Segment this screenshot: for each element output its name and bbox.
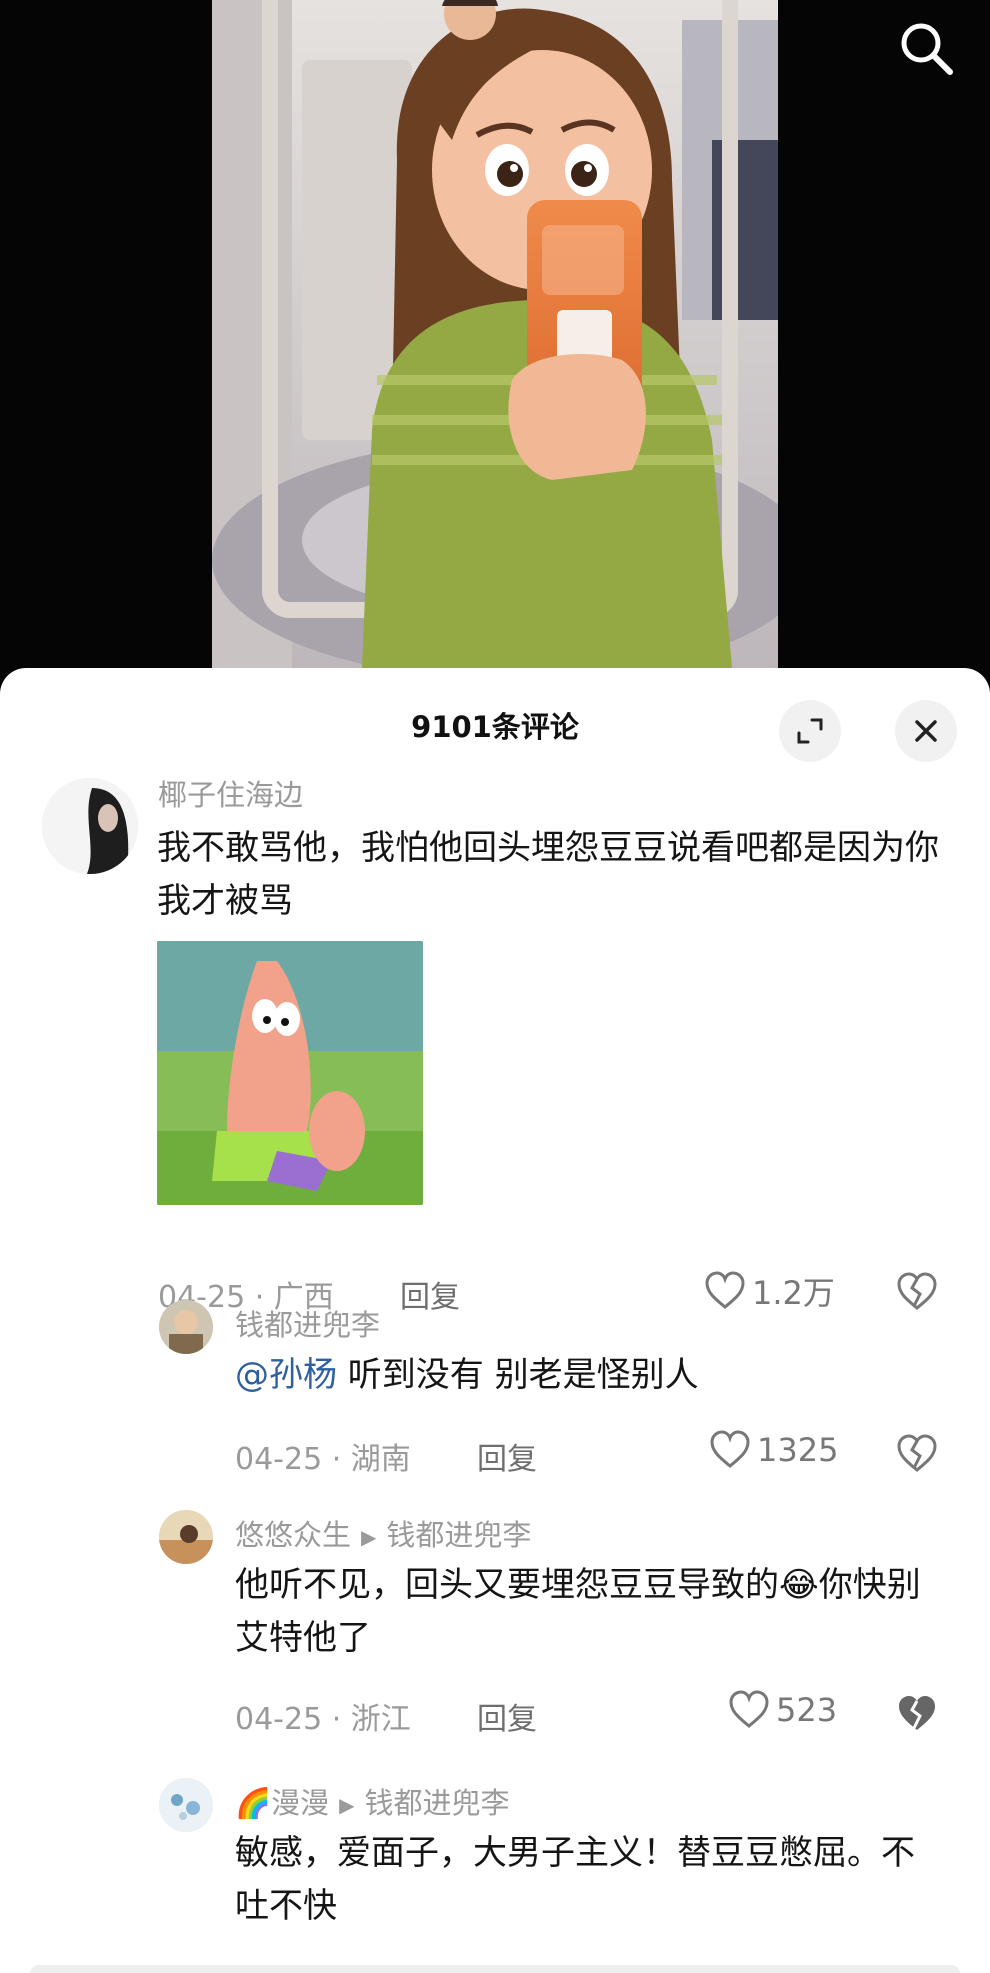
- reply-to-username[interactable]: 钱都进兜李: [365, 1786, 510, 1820]
- username[interactable]: 🌈漫漫: [235, 1786, 329, 1820]
- comment-date: 04-25: [235, 1442, 323, 1477]
- reply-to-username[interactable]: 钱都进兜李: [386, 1518, 531, 1552]
- username[interactable]: 悠悠众生: [235, 1518, 351, 1552]
- search-icon: [901, 23, 953, 75]
- reply-item: 🌈漫漫 ▶ 钱都进兜李 敏感，爱面子，大男子主义！替豆豆憋屈。不吐不快: [0, 1778, 990, 1973]
- comment-sticker-image[interactable]: [157, 941, 423, 1205]
- comment-body: 听到没有 别老是怪别人: [337, 1355, 699, 1395]
- video-illustration: [212, 0, 778, 668]
- reply-item: 悠悠众生 ▶ 钱都进兜李 他听不见，回头又要埋怨豆豆导致的😂你快别艾特他了 04-2…: [0, 1510, 990, 1740]
- broken-heart-filled-icon: [899, 1696, 935, 1730]
- reply-arrow-icon: ▶: [361, 1525, 377, 1549]
- meta-separator: ·: [322, 1442, 351, 1477]
- comment-meta: 04-25 · 湖南: [235, 1434, 411, 1478]
- avatar-image: [42, 778, 138, 874]
- meta-separator: ·: [322, 1702, 351, 1737]
- close-button[interactable]: [895, 700, 957, 762]
- username-reply-chain: 悠悠众生 ▶ 钱都进兜李: [235, 1512, 531, 1554]
- close-icon: [915, 720, 937, 742]
- comment-text: @孙杨 听到没有 别老是怪别人: [235, 1349, 935, 1402]
- username[interactable]: 钱都进兜李: [235, 1302, 380, 1344]
- like-count: 523: [776, 1691, 838, 1729]
- comment-sheet: 9101条评论 椰子住海边 我不敢骂他，我怕他回头埋怨豆豆说看吧都是因为你我才被…: [0, 668, 990, 1973]
- avatar-image: [159, 1300, 213, 1354]
- like-button[interactable]: 523: [728, 1690, 837, 1730]
- reply-item: 钱都进兜李 @孙杨 听到没有 别老是怪别人 04-25 · 湖南 回复 1325: [0, 1300, 990, 1477]
- avatar[interactable]: [159, 1510, 213, 1564]
- comment-location: 浙江: [350, 1702, 411, 1737]
- expand-button[interactable]: [779, 700, 841, 762]
- comment-item: 椰子住海边 我不敢骂他，我怕他回头埋怨豆豆说看吧都是因为你我才被骂 04-25 …: [0, 772, 990, 1362]
- comment-meta: 04-25 · 浙江: [235, 1694, 411, 1738]
- reply-button[interactable]: 回复: [477, 1694, 537, 1738]
- comment-count-title: 9101条评论: [411, 710, 579, 744]
- heart-icon: [729, 1690, 769, 1728]
- dislike-button[interactable]: [895, 1692, 939, 1736]
- video-area[interactable]: [0, 0, 990, 680]
- search-button[interactable]: [896, 18, 956, 78]
- reply-arrow-icon: ▶: [339, 1793, 355, 1817]
- like-count: 1325: [757, 1431, 839, 1469]
- patrick-sticker: [157, 941, 423, 1205]
- avatar[interactable]: [42, 778, 138, 874]
- comment-date: 04-25: [235, 1702, 323, 1737]
- username-reply-chain: 🌈漫漫 ▶ 钱都进兜李: [235, 1780, 510, 1822]
- mention-link[interactable]: @孙杨: [235, 1355, 337, 1395]
- comment-text: 敏感，爱面子，大男子主义！替豆豆憋屈。不吐不快: [235, 1833, 915, 1926]
- avatar[interactable]: [159, 1778, 213, 1832]
- avatar-image: [159, 1510, 213, 1564]
- comment-text: 我不敢骂他，我怕他回头埋怨豆豆说看吧都是因为你我才被骂: [157, 828, 939, 921]
- video-frame[interactable]: [212, 0, 778, 668]
- broken-heart-icon: [897, 1434, 937, 1472]
- heart-icon: [710, 1430, 750, 1468]
- dislike-button[interactable]: [895, 1432, 939, 1476]
- comment-location: 湖南: [350, 1442, 411, 1477]
- comment-text: 他听不见，回头又要埋怨豆豆导致的😂你快别艾特他了: [235, 1565, 921, 1658]
- expand-icon: [797, 718, 823, 744]
- username[interactable]: 椰子住海边: [158, 772, 303, 814]
- like-button[interactable]: 1325: [709, 1430, 838, 1470]
- avatar[interactable]: [159, 1300, 213, 1354]
- bottom-input-bar[interactable]: [30, 1965, 960, 1973]
- avatar-image: [159, 1778, 213, 1832]
- reply-button[interactable]: 回复: [477, 1434, 537, 1478]
